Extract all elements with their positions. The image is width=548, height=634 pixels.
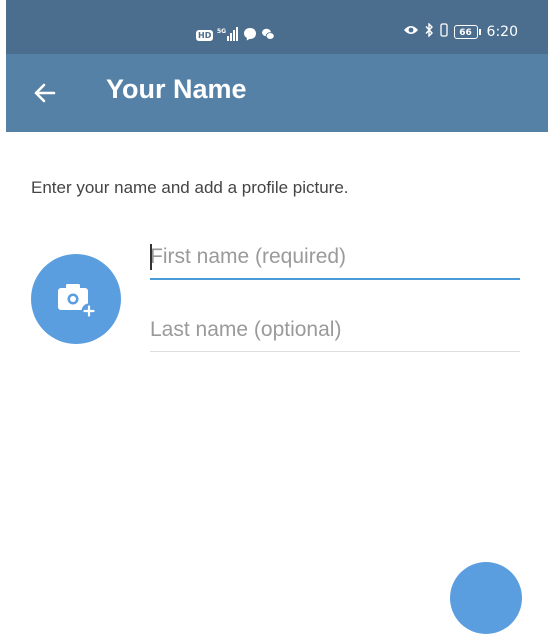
last-name-input[interactable] [150, 308, 520, 352]
add-photo-icon [58, 284, 97, 319]
text-cursor [150, 244, 152, 270]
status-left-icons: HD 5G [196, 26, 275, 45]
svg-text:5G: 5G [217, 28, 226, 35]
signal-icon: 5G [217, 26, 239, 45]
first-name-input[interactable] [150, 236, 520, 280]
message-icon [243, 26, 257, 45]
vibrate-icon [439, 23, 448, 41]
wechat-icon [261, 26, 275, 45]
status-right-icons: 66 6:20 [403, 22, 518, 41]
hd-badge: HD [196, 30, 214, 41]
status-bar: HD 5G 66 6:20 [6, 0, 548, 54]
battery-level: 66 [453, 25, 478, 39]
next-button[interactable] [450, 562, 522, 634]
instruction-text: Enter your name and add a profile pictur… [31, 178, 349, 197]
status-time: 6:20 [486, 24, 518, 40]
eye-icon [403, 24, 419, 40]
add-photo-button[interactable] [31, 254, 121, 344]
app-bar: Your Name [6, 54, 548, 132]
battery-icon: 66 [453, 25, 481, 39]
page-title: Your Name [106, 74, 247, 104]
bluetooth-icon [425, 22, 434, 41]
arrow-left-icon[interactable] [32, 80, 58, 106]
